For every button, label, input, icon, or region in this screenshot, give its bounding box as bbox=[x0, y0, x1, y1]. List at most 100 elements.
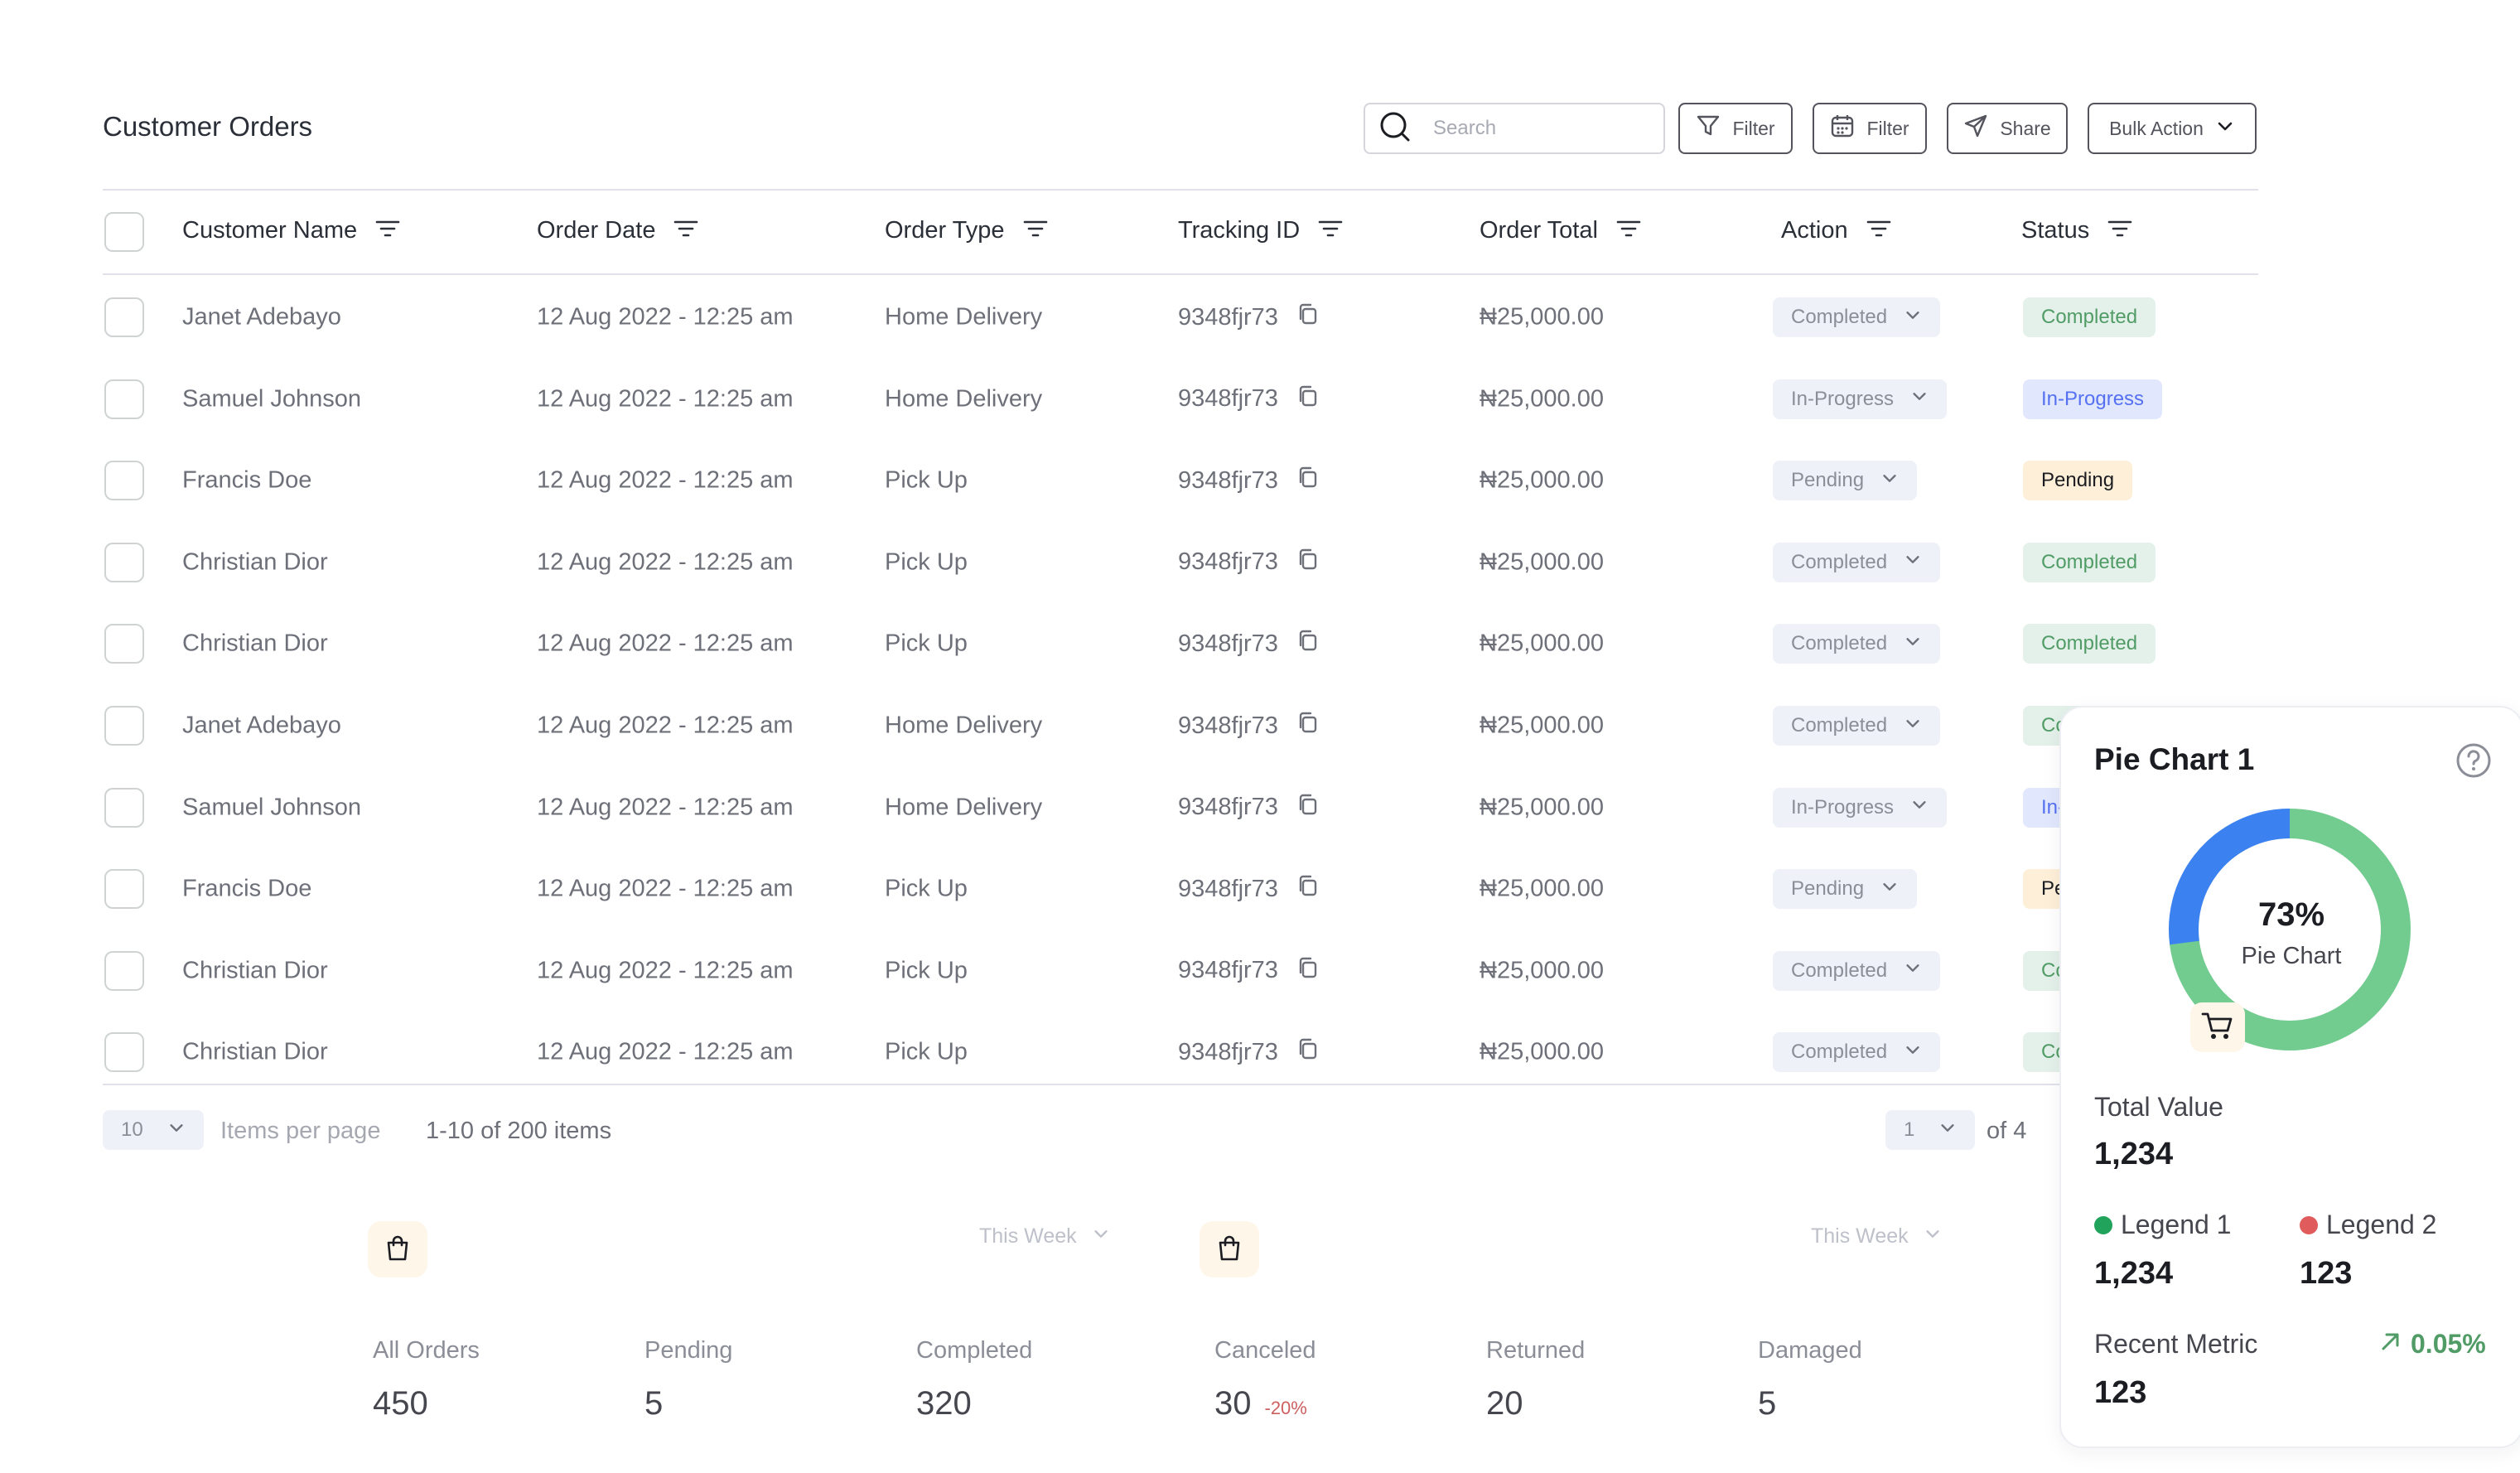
copy-icon[interactable] bbox=[1296, 711, 1318, 741]
order-date: 12 Aug 2022 - 12:25 am bbox=[537, 1038, 794, 1065]
column-header-type[interactable]: Order Type bbox=[885, 217, 1048, 244]
chevron-down-icon bbox=[1880, 469, 1899, 493]
share-button[interactable]: Share bbox=[1947, 103, 2068, 154]
action-dropdown[interactable]: In-Progress bbox=[1773, 787, 1948, 828]
copy-icon[interactable] bbox=[1296, 466, 1318, 495]
column-header-action[interactable]: Action bbox=[1781, 217, 1891, 244]
copy-icon[interactable] bbox=[1296, 793, 1318, 823]
date-filter-button-label: Filter bbox=[1866, 117, 1909, 139]
copy-icon[interactable] bbox=[1296, 302, 1318, 332]
share-button-label: Share bbox=[2000, 117, 2051, 139]
calendar-icon bbox=[1830, 113, 1855, 143]
filter-button[interactable]: Filter bbox=[1678, 103, 1793, 154]
tracking-id: 9348fjr73 bbox=[1178, 1038, 1278, 1065]
action-dropdown[interactable]: Completed bbox=[1773, 624, 1941, 664]
order-total: ₦25,000.00 bbox=[1480, 303, 1604, 331]
returns-summary-icon-box bbox=[1200, 1221, 1259, 1277]
items-per-page-select[interactable]: 10 bbox=[103, 1110, 204, 1150]
stat-label: Canceled bbox=[1214, 1337, 1316, 1364]
sort-filter-icon[interactable] bbox=[673, 217, 698, 244]
column-header-label: Status bbox=[2021, 217, 2090, 244]
action-dropdown-value: Completed bbox=[1791, 959, 1888, 982]
sort-filter-icon[interactable] bbox=[1616, 217, 1641, 244]
search-input[interactable] bbox=[1433, 117, 1665, 140]
row-checkbox[interactable] bbox=[104, 787, 144, 828]
order-date: 12 Aug 2022 - 12:25 am bbox=[537, 466, 794, 494]
select-all-checkbox[interactable] bbox=[104, 212, 144, 252]
action-dropdown[interactable]: Completed bbox=[1773, 706, 1941, 746]
order-total: ₦25,000.00 bbox=[1480, 630, 1604, 657]
copy-icon[interactable] bbox=[1296, 874, 1318, 904]
order-date: 12 Aug 2022 - 12:25 am bbox=[537, 875, 794, 902]
stat-label: Returned bbox=[1486, 1337, 1586, 1364]
help-icon[interactable] bbox=[2455, 742, 2492, 783]
order-type: Pick Up bbox=[885, 875, 968, 902]
copy-icon[interactable] bbox=[1296, 1037, 1318, 1067]
action-dropdown[interactable]: Completed bbox=[1773, 1032, 1941, 1073]
row-checkbox[interactable] bbox=[104, 1032, 144, 1073]
order-date: 12 Aug 2022 - 12:25 am bbox=[537, 794, 794, 821]
table-row[interactable]: Samuel Johnson 12 Aug 2022 - 12:25 am Home… bbox=[0, 359, 2520, 440]
tracking-id: 9348fjr73 bbox=[1178, 957, 1278, 984]
sort-filter-icon[interactable] bbox=[1318, 217, 1343, 244]
header-divider bbox=[103, 189, 2258, 191]
period-select-right[interactable]: This Week bbox=[1811, 1224, 1942, 1248]
copy-icon[interactable] bbox=[1296, 956, 1318, 986]
action-dropdown[interactable]: In-Progress bbox=[1773, 379, 1948, 419]
order-type: Home Delivery bbox=[885, 794, 1043, 821]
row-checkbox[interactable] bbox=[104, 950, 144, 991]
bulk-action-dropdown[interactable]: Bulk Action bbox=[2088, 103, 2257, 154]
pie-chart-card: Pie Chart 1 73% Pie Chart Total Value 1,… bbox=[2059, 706, 2520, 1448]
status-badge: In-Progress bbox=[2023, 379, 2163, 419]
items-range-text: 1-10 of 200 items bbox=[426, 1118, 612, 1144]
chevron-down-icon bbox=[1910, 387, 1929, 411]
page-select[interactable]: 1 bbox=[1885, 1110, 1975, 1150]
stat-delta: -20% bbox=[1264, 1398, 1307, 1418]
legend-1-value: 1,234 bbox=[2094, 1256, 2174, 1291]
legend-2-label: Legend 2 bbox=[2326, 1210, 2437, 1239]
total-value: 1,234 bbox=[2094, 1137, 2174, 1171]
order-total: ₦25,000.00 bbox=[1480, 794, 1604, 821]
row-checkbox[interactable] bbox=[104, 869, 144, 910]
column-header-total[interactable]: Order Total bbox=[1480, 217, 1641, 244]
pie-chart-title: Pie Chart 1 bbox=[2094, 742, 2255, 776]
column-header-date[interactable]: Order Date bbox=[537, 217, 698, 244]
copy-icon[interactable] bbox=[1296, 384, 1318, 414]
sort-filter-icon[interactable] bbox=[1866, 217, 1891, 244]
chevron-down-icon bbox=[1904, 714, 1922, 738]
copy-icon[interactable] bbox=[1296, 548, 1318, 577]
sort-filter-icon[interactable] bbox=[1023, 217, 1048, 244]
row-checkbox[interactable] bbox=[104, 706, 144, 746]
copy-icon[interactable] bbox=[1296, 629, 1318, 659]
column-header-customer[interactable]: Customer Name bbox=[182, 217, 400, 244]
orders-summary-icon-box bbox=[368, 1221, 427, 1277]
row-checkbox[interactable] bbox=[104, 297, 144, 337]
action-dropdown[interactable]: Completed bbox=[1773, 297, 1941, 337]
row-checkbox[interactable] bbox=[104, 379, 144, 419]
action-dropdown[interactable]: Completed bbox=[1773, 950, 1941, 991]
table-row[interactable]: Janet Adebayo 12 Aug 2022 - 12:25 am Home … bbox=[0, 277, 2520, 358]
date-filter-button[interactable]: Filter bbox=[1813, 103, 1927, 154]
legend-2-value: 123 bbox=[2300, 1256, 2353, 1291]
chevron-down-icon bbox=[1904, 550, 1922, 574]
order-type: Pick Up bbox=[885, 466, 968, 494]
sort-filter-icon[interactable] bbox=[2107, 217, 2132, 244]
row-checkbox[interactable] bbox=[104, 624, 144, 664]
action-dropdown[interactable]: Pending bbox=[1773, 869, 1918, 910]
table-row[interactable]: Francis Doe 12 Aug 2022 - 12:25 am Pick Up… bbox=[0, 440, 2520, 521]
column-header-tracking[interactable]: Tracking ID bbox=[1178, 217, 1343, 244]
column-header-status[interactable]: Status bbox=[2021, 217, 2132, 244]
table-row[interactable]: Christian Dior 12 Aug 2022 - 12:25 am Pick… bbox=[0, 603, 2520, 684]
tracking-id-cell: 9348fjr73 bbox=[1178, 793, 1318, 823]
sort-filter-icon[interactable] bbox=[375, 217, 400, 244]
tracking-id-cell: 9348fjr73 bbox=[1178, 629, 1318, 659]
action-dropdown[interactable]: Pending bbox=[1773, 461, 1918, 501]
action-dropdown[interactable]: Completed bbox=[1773, 542, 1941, 582]
row-checkbox[interactable] bbox=[104, 542, 144, 582]
table-row[interactable]: Christian Dior 12 Aug 2022 - 12:25 am Pick… bbox=[0, 522, 2520, 603]
stat-value-group: 450 bbox=[373, 1385, 428, 1422]
period-select-left[interactable]: This Week bbox=[979, 1224, 1110, 1248]
stat-value: 5 bbox=[1758, 1385, 1777, 1422]
search-box[interactable] bbox=[1364, 103, 1665, 154]
row-checkbox[interactable] bbox=[104, 461, 144, 501]
